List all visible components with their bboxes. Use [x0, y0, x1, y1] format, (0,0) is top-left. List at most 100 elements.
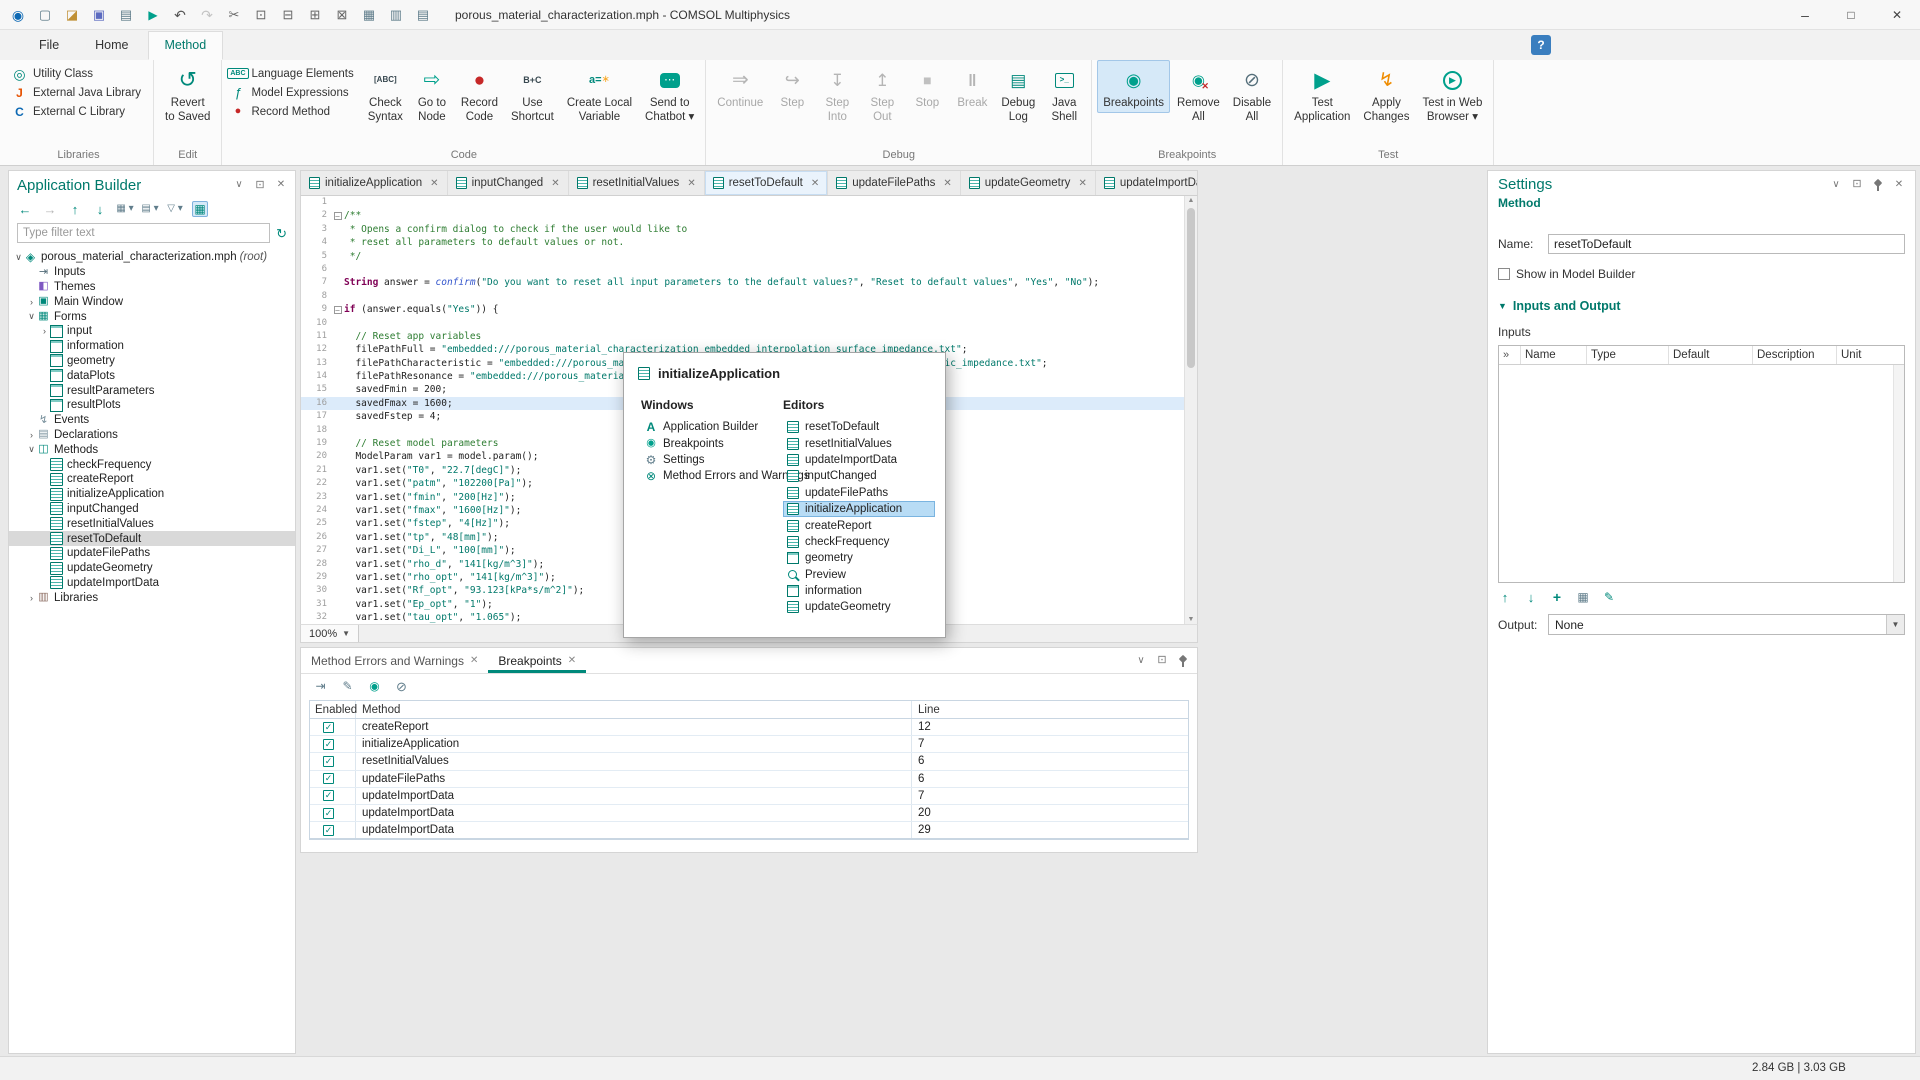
- method-name-input[interactable]: [1548, 234, 1905, 254]
- enabled-checkbox[interactable]: ✓: [323, 722, 334, 733]
- fold-toggle-icon[interactable]: –: [334, 212, 342, 220]
- line-number[interactable]: 17: [301, 410, 331, 423]
- run-icon[interactable]: [145, 7, 161, 23]
- move-down-icon[interactable]: [1524, 590, 1538, 604]
- java-shell-button[interactable]: Java Shell: [1042, 60, 1086, 128]
- line-number[interactable]: 7: [301, 276, 331, 289]
- column-header-default[interactable]: Default: [1669, 346, 1753, 364]
- show-grid-icon[interactable]: [192, 201, 208, 217]
- continue-button[interactable]: Continue: [711, 60, 769, 113]
- refresh-icon[interactable]: [276, 227, 287, 240]
- popup-item-checkfrequency[interactable]: checkFrequency: [783, 534, 935, 550]
- panel-pin-icon[interactable]: [1872, 179, 1884, 191]
- tree-item-forms[interactable]: ∨Forms: [9, 309, 295, 324]
- move-up-icon[interactable]: [1498, 590, 1512, 604]
- line-number[interactable]: 18: [301, 424, 331, 437]
- line-number[interactable]: 22: [301, 477, 331, 490]
- section-collapse-icon[interactable]: ▼: [1498, 301, 1507, 311]
- step-button[interactable]: Step: [770, 60, 814, 113]
- line-number[interactable]: 2: [301, 209, 331, 222]
- ribbon-tab-method[interactable]: Method: [148, 31, 224, 60]
- line-number[interactable]: 21: [301, 464, 331, 477]
- popup-item-updateimportdata[interactable]: updateImportData: [783, 452, 935, 468]
- popup-item-breakpoints[interactable]: Breakpoints: [641, 435, 783, 451]
- tree-item-events[interactable]: Events: [9, 413, 295, 428]
- duplicate-icon[interactable]: [307, 7, 323, 23]
- language-elements-button[interactable]: Language Elements: [227, 66, 356, 81]
- column-header-name[interactable]: Name: [1521, 346, 1587, 364]
- disable-all-button[interactable]: Disable All: [1227, 60, 1277, 128]
- editor-tab-updateimportdata[interactable]: updateImportData✕: [1096, 171, 1198, 195]
- line-number[interactable]: 5: [301, 250, 331, 263]
- tree-item-checkfrequency[interactable]: checkFrequency: [9, 457, 295, 472]
- close-tab-icon[interactable]: ✕: [430, 178, 438, 189]
- line-number[interactable]: 26: [301, 531, 331, 544]
- column-header-line[interactable]: Line: [912, 701, 1188, 718]
- line-number[interactable]: 19: [301, 437, 331, 450]
- move-up-icon[interactable]: [67, 201, 83, 217]
- breakpoint-row-initializeapplication-7[interactable]: ✓initializeApplication7: [310, 736, 1188, 753]
- open-file-icon[interactable]: [64, 7, 80, 23]
- breakpoint-row-updateimportdata-29[interactable]: ✓updateImportData29: [310, 822, 1188, 839]
- go-to-node-button[interactable]: Go to Node: [410, 60, 454, 128]
- code-line-1[interactable]: 1: [301, 196, 1197, 209]
- tree-item-updateimportdata[interactable]: updateImportData: [9, 576, 295, 591]
- column-header-enabled[interactable]: Enabled: [310, 701, 356, 718]
- code-line-7[interactable]: 7String answer = confirm("Do you want to…: [301, 276, 1197, 289]
- goto-line-icon[interactable]: [313, 679, 328, 694]
- enabled-checkbox[interactable]: ✓: [323, 756, 334, 767]
- back-icon[interactable]: [17, 201, 33, 217]
- popup-item-createreport[interactable]: createReport: [783, 517, 935, 533]
- code-line-4[interactable]: 4 * reset all parameters to default valu…: [301, 236, 1197, 249]
- external-java-library-button[interactable]: External Java Library: [9, 85, 144, 100]
- save-icon[interactable]: [91, 7, 107, 23]
- copy-icon[interactable]: [253, 7, 269, 23]
- scrollbar-thumb[interactable]: [1187, 208, 1195, 368]
- enabled-checkbox[interactable]: ✓: [323, 790, 334, 801]
- tree-item-declarations[interactable]: ›Declarations: [9, 428, 295, 443]
- paste-icon[interactable]: [280, 7, 296, 23]
- move-down-icon[interactable]: [92, 201, 108, 217]
- grid-settings-icon[interactable]: [388, 7, 404, 23]
- close-tab-icon[interactable]: ✕: [568, 655, 576, 666]
- line-number[interactable]: 12: [301, 343, 331, 356]
- breakpoint-row-updateimportdata-20[interactable]: ✓updateImportData20: [310, 805, 1188, 822]
- code-line-5[interactable]: 5 */: [301, 250, 1197, 263]
- tree-expand-arrow[interactable]: ›: [26, 430, 37, 440]
- popup-item-updategeometry[interactable]: updateGeometry: [783, 599, 935, 615]
- record-code-button[interactable]: Record Code: [455, 60, 504, 128]
- panel-menu-icon[interactable]: [1135, 655, 1147, 667]
- scroll-up-icon[interactable]: ▲: [1185, 197, 1197, 204]
- insert-table-icon[interactable]: [361, 7, 377, 23]
- tree-item-themes[interactable]: Themes: [9, 280, 295, 295]
- fold-toggle-icon[interactable]: –: [334, 306, 342, 314]
- panel-menu-icon[interactable]: [233, 179, 245, 191]
- editor-tab-resettodefault[interactable]: resetToDefault✕: [705, 171, 829, 195]
- tree-expand-arrow[interactable]: ›: [26, 297, 37, 307]
- inputs-table-scrollbar[interactable]: [1893, 365, 1904, 582]
- tree-item-input[interactable]: ›input: [9, 324, 295, 339]
- checkbox-icon[interactable]: [1498, 268, 1510, 280]
- inputs-and-output-section[interactable]: ▼ Inputs and Output: [1488, 287, 1915, 317]
- close-tab-icon[interactable]: ✕: [943, 178, 951, 189]
- breakpoint-row-createreport-12[interactable]: ✓createReport12: [310, 719, 1188, 736]
- code-line-8[interactable]: 8: [301, 290, 1197, 303]
- line-number[interactable]: 23: [301, 491, 331, 504]
- bottom-tab-breakpoints[interactable]: Breakpoints✕: [488, 648, 586, 673]
- popup-item-initializeapplication[interactable]: initializeApplication: [783, 501, 935, 517]
- tree-item-updatefilepaths[interactable]: updateFilePaths: [9, 546, 295, 561]
- tree-item-main-window[interactable]: ›Main Window: [9, 294, 295, 309]
- tree-item-updategeometry[interactable]: updateGeometry: [9, 561, 295, 576]
- ribbon-tab-home[interactable]: Home: [78, 31, 145, 60]
- tree-expand-arrow[interactable]: ›: [39, 326, 50, 336]
- line-number[interactable]: 13: [301, 357, 331, 370]
- line-number[interactable]: 29: [301, 571, 331, 584]
- disable-breakpoints-icon[interactable]: [394, 679, 409, 694]
- line-number[interactable]: 24: [301, 504, 331, 517]
- panel-pin-icon[interactable]: [1177, 655, 1189, 667]
- tree-item-resetinitialvalues[interactable]: resetInitialValues: [9, 516, 295, 531]
- filter-input[interactable]: [17, 223, 270, 243]
- column-header-description[interactable]: Description: [1753, 346, 1837, 364]
- ribbon-tab-file[interactable]: File: [22, 31, 76, 60]
- scroll-down-icon[interactable]: ▼: [1185, 616, 1197, 623]
